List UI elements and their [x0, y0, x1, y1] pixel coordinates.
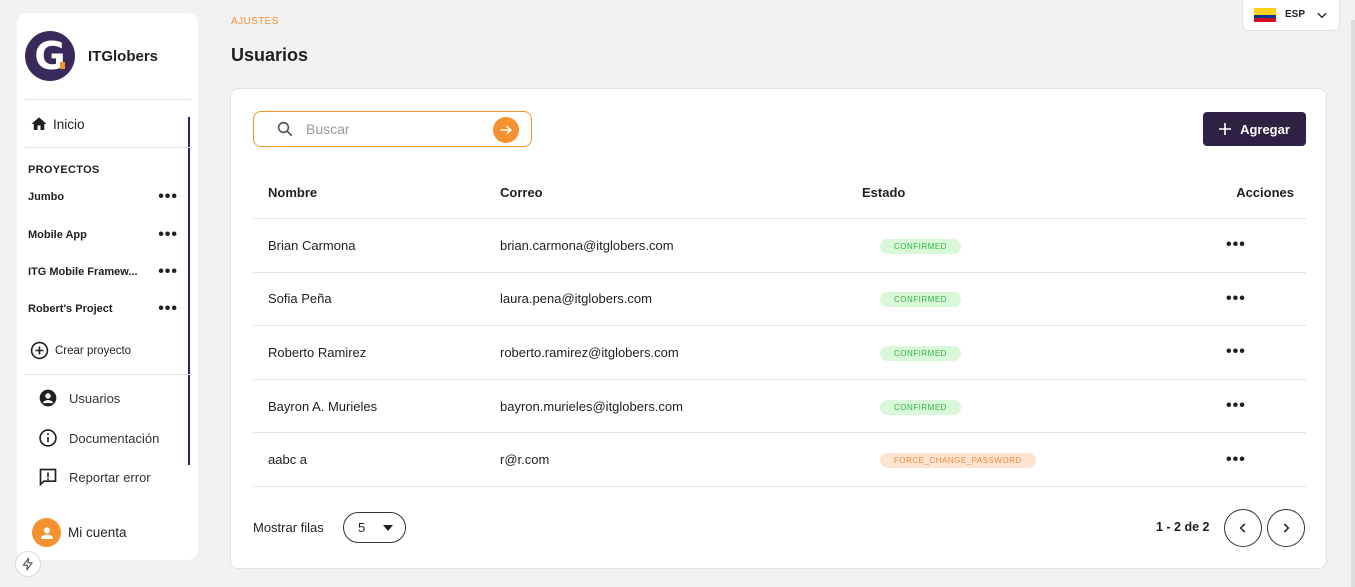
language-label: ESP [1285, 9, 1306, 20]
projects-heading: PROYECTOS [28, 164, 100, 176]
caret-down-icon [383, 525, 393, 531]
quick-action-button[interactable] [15, 551, 41, 577]
sidebar-item-label: Usuarios [69, 390, 121, 406]
status-badge: FORCE_CHANGE_PASSWORD [880, 453, 1036, 469]
column-header-nombre[interactable]: Nombre [253, 185, 500, 200]
table-row[interactable]: aabc a r@r.com FORCE_CHANGE_PASSWORD ••• [253, 433, 1306, 487]
my-account-label: Mi cuenta [68, 525, 127, 540]
users-card: Agregar Nombre Correo Estado Acciones Br… [230, 88, 1327, 569]
column-header-correo[interactable]: Correo [500, 185, 862, 200]
pagination-info: 1 - 2 de 2 [1156, 520, 1210, 534]
chevron-down-icon [1317, 12, 1327, 18]
user-email: brian.carmona@itglobers.com [500, 237, 674, 253]
status-badge: CONFIRMED [880, 292, 961, 308]
user-name: Sofia Peña [268, 291, 332, 307]
project-item-itg-mobile-framework[interactable]: ITG Mobile Framew... ••• [28, 264, 178, 280]
more-options-icon[interactable]: ••• [158, 227, 178, 243]
home-icon [31, 117, 47, 130]
brand-logo: G [25, 31, 75, 81]
chevron-right-icon [1283, 523, 1290, 533]
user-email: r@r.com [500, 452, 550, 468]
brand-name: ITGlobers [88, 47, 159, 65]
table-row[interactable]: Roberto Ramirez roberto.ramirez@itglober… [253, 326, 1306, 380]
user-name: Bayron A. Murieles [268, 398, 378, 414]
person-icon [40, 526, 53, 539]
next-page-button[interactable] [1267, 509, 1305, 547]
add-user-button[interactable]: Agregar [1203, 112, 1306, 146]
sidebar: G ITGlobers Inicio PROYECTOS Jumbo ••• M… [17, 13, 198, 560]
more-options-icon[interactable]: ••• [158, 301, 178, 317]
user-name: Brian Carmona [268, 237, 356, 253]
table-row[interactable]: Bayron A. Murieles bayron.murieles@itglo… [253, 380, 1306, 434]
divider [25, 99, 191, 100]
user-email: laura.pena@itglobers.com [500, 291, 652, 307]
user-email: roberto.ramirez@itglobers.com [500, 344, 679, 360]
more-options-icon[interactable]: ••• [1226, 290, 1246, 307]
divider [25, 147, 191, 148]
sidebar-item-label: Inicio [53, 116, 85, 132]
user-name: Roberto Ramirez [268, 344, 367, 360]
table-row[interactable]: Sofia Peña laura.pena@itglobers.com CONF… [253, 273, 1306, 327]
table-row[interactable]: Brian Carmona brian.carmona@itglobers.co… [253, 219, 1306, 273]
more-options-icon[interactable]: ••• [1226, 236, 1246, 253]
report-icon [39, 468, 57, 487]
colombia-flag-icon [1254, 7, 1276, 22]
arrow-right-icon [500, 125, 512, 135]
brand[interactable]: G ITGlobers [25, 31, 158, 81]
avatar [32, 518, 61, 547]
sidebar-item-label: Documentación [69, 430, 160, 446]
search-box[interactable] [253, 111, 532, 147]
sidebar-item-reportar-error[interactable]: Reportar error [38, 467, 151, 487]
page-scrollbar[interactable] [1351, 20, 1355, 587]
user-email: bayron.murieles@itglobers.com [500, 398, 683, 414]
sidebar-item-inicio[interactable]: Inicio [29, 115, 85, 133]
add-circle-icon [30, 341, 49, 360]
more-options-icon[interactable]: ••• [1226, 397, 1246, 414]
status-badge: CONFIRMED [880, 399, 961, 415]
bolt-icon [22, 557, 33, 571]
more-options-icon[interactable]: ••• [158, 264, 178, 280]
sidebar-item-documentacion[interactable]: Documentación [38, 428, 159, 448]
create-project-label: Crear proyecto [55, 344, 132, 357]
user-name: aabc a [268, 452, 308, 468]
project-name: ITG Mobile Framew... [28, 266, 138, 278]
rows-per-page-label: Mostrar filas [253, 520, 324, 535]
sidebar-item-label: Reportar error [69, 469, 151, 485]
project-item-mobile-app[interactable]: Mobile App ••• [28, 227, 178, 243]
project-name: Mobile App [28, 229, 87, 241]
status-badge: CONFIRMED [880, 345, 961, 361]
add-user-label: Agregar [1240, 121, 1290, 137]
search-icon [277, 121, 293, 137]
project-item-roberts-project[interactable]: Robert's Project ••• [28, 301, 178, 317]
users-table: Nombre Correo Estado Acciones Brian Carm… [253, 166, 1306, 487]
project-item-jumbo[interactable]: Jumbo ••• [28, 189, 178, 205]
table-header: Nombre Correo Estado Acciones [253, 166, 1306, 219]
chevron-left-icon [1239, 523, 1246, 533]
more-options-icon[interactable]: ••• [158, 189, 178, 205]
plus-icon [1219, 123, 1232, 135]
search-input[interactable] [306, 121, 476, 137]
previous-page-button[interactable] [1224, 509, 1262, 547]
page-title: Usuarios [231, 45, 309, 65]
breadcrumb[interactable]: AJUSTES [231, 16, 279, 27]
rows-per-page-value: 5 [358, 520, 366, 535]
search-submit-button[interactable] [493, 117, 519, 143]
more-options-icon[interactable]: ••• [1226, 451, 1246, 468]
info-icon [39, 429, 57, 447]
my-account-button[interactable]: Mi cuenta [32, 518, 127, 547]
divider [25, 374, 191, 375]
column-header-estado[interactable]: Estado [862, 185, 1208, 200]
project-name: Robert's Project [28, 303, 113, 315]
sidebar-item-usuarios[interactable]: Usuarios [38, 388, 120, 408]
language-selector[interactable]: ESP [1242, 0, 1340, 31]
more-options-icon[interactable]: ••• [1226, 343, 1246, 360]
sidebar-scrollbar[interactable] [188, 117, 190, 465]
status-badge: CONFIRMED [880, 238, 961, 254]
column-header-acciones: Acciones [1236, 184, 1294, 200]
project-name: Jumbo [28, 191, 65, 203]
rows-per-page-select[interactable]: 5 [343, 512, 406, 543]
user-circle-icon [39, 389, 57, 407]
create-project-button[interactable]: Crear proyecto [30, 341, 131, 360]
